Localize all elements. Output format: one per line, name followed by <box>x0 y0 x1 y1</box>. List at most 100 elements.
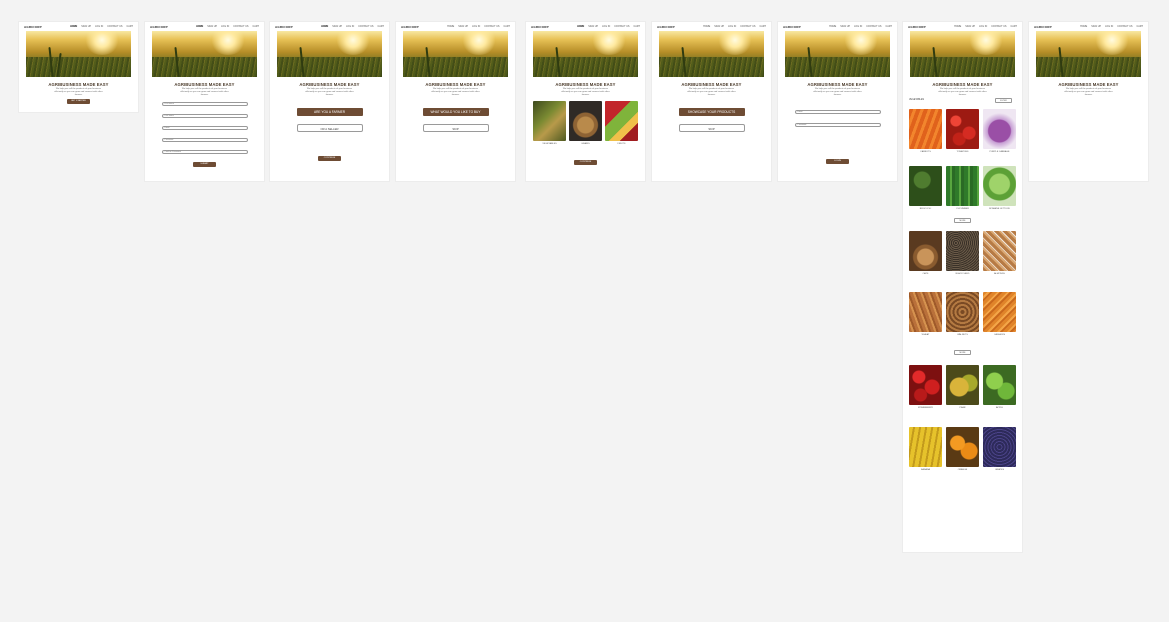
skip-button[interactable]: SKIP <box>678 124 745 133</box>
product-walnuts-image[interactable] <box>946 292 979 332</box>
category-fruits-label: FRUITS <box>617 143 626 146</box>
skip-button[interactable]: SKIP <box>422 124 489 133</box>
nav-signup[interactable]: SIGN UP <box>1091 25 1101 28</box>
nav-signup[interactable]: SIGN UP <box>840 25 850 28</box>
nav-home[interactable]: HOME <box>1080 25 1087 28</box>
nav-contact[interactable]: CONTACT US <box>740 25 755 28</box>
nav-signup[interactable]: SIGN UP <box>81 25 91 28</box>
password-field[interactable]: Password <box>161 138 248 143</box>
product-cashews-image[interactable] <box>983 292 1016 332</box>
product-pear-image[interactable] <box>946 365 979 405</box>
logo[interactable]: AGRICORP <box>1034 25 1052 29</box>
nav-signup[interactable]: SIGN UP <box>588 25 598 28</box>
nav-login[interactable]: LOG IN <box>979 25 987 28</box>
nav-contact[interactable]: CONTACT US <box>1117 25 1132 28</box>
nav-home[interactable]: HOME <box>829 25 836 28</box>
nav-cart[interactable]: CART <box>1011 25 1017 28</box>
nav-home[interactable]: HOME <box>954 25 961 28</box>
nav-login[interactable]: LOG IN <box>602 25 610 28</box>
confirm-password-field[interactable]: Confirm Password <box>161 150 248 155</box>
seller-button[interactable]: OR A SELLER <box>296 124 363 133</box>
nav-login[interactable]: LOG IN <box>95 25 103 28</box>
hero-title: AGRIBUSINESS MADE EASY <box>681 82 742 87</box>
nav-contact[interactable]: CONTACT US <box>358 25 373 28</box>
farmer-button[interactable]: ARE YOU A FARMER <box>296 108 363 117</box>
product-cucumber-image[interactable] <box>946 166 979 206</box>
showcase-products-button[interactable]: SHOWCASE YOUR PRODUCTS <box>678 108 745 117</box>
product-purple-cabbage-image[interactable] <box>983 109 1016 149</box>
logo[interactable]: AGRICORP <box>275 25 293 29</box>
email-field[interactable]: Email <box>794 110 881 115</box>
nav-login[interactable]: LOG IN <box>854 25 862 28</box>
product-strawberry-image[interactable] <box>909 365 942 405</box>
product-tomatoes-image[interactable] <box>946 109 979 149</box>
nav-login[interactable]: LOG IN <box>1105 25 1113 28</box>
nav-cart[interactable]: CART <box>634 25 640 28</box>
nav-contact[interactable]: CONTACT US <box>866 25 881 28</box>
nav-home[interactable]: HOME <box>196 25 203 28</box>
nav-signup[interactable]: SIGN UP <box>965 25 975 28</box>
more-button[interactable]: MORE <box>954 350 971 355</box>
get-started-button[interactable]: GET STARTED <box>67 99 90 105</box>
nav-contact[interactable]: CONTACT US <box>614 25 629 28</box>
continue-button[interactable]: CONTINUE <box>318 156 341 162</box>
buy-question-button[interactable]: WHAT WOULD YOU LIKE TO BUY <box>422 108 489 117</box>
nav-contact[interactable]: CONTACT US <box>484 25 499 28</box>
nav-cart[interactable]: CART <box>378 25 384 28</box>
nav-home[interactable]: HOME <box>577 25 584 28</box>
product-grapes-image[interactable] <box>983 427 1016 467</box>
product-wheat-image[interactable] <box>909 292 942 332</box>
nav-login[interactable]: LOG IN <box>221 25 229 28</box>
nav-contact[interactable]: CONTACT US <box>107 25 122 28</box>
nav-contact[interactable]: CONTACT US <box>991 25 1006 28</box>
logo[interactable]: AGRICORP <box>531 25 549 29</box>
nav-cart[interactable]: CART <box>504 25 510 28</box>
nav-login[interactable]: LOG IN <box>728 25 736 28</box>
logo[interactable]: AGRICORP <box>657 25 675 29</box>
nav-signup[interactable]: SIGN UP <box>714 25 724 28</box>
logo[interactable]: AGRICORP <box>150 25 168 29</box>
logo[interactable]: AGRICORP <box>783 25 801 29</box>
email-field[interactable]: Email <box>161 126 248 131</box>
first-name-field[interactable]: First name <box>161 102 248 107</box>
product-carrots-image[interactable] <box>909 109 942 149</box>
nav-cart[interactable]: CART <box>253 25 259 28</box>
nav-login[interactable]: LOG IN <box>472 25 480 28</box>
product-banana-image[interactable] <box>909 427 942 467</box>
more-button[interactable]: MORE <box>954 218 971 223</box>
category-vegetables-image[interactable] <box>533 101 566 142</box>
nav-home[interactable]: HOME <box>703 25 710 28</box>
logo[interactable]: AGRICORP <box>908 25 926 29</box>
product-black-seed-image[interactable] <box>946 231 979 271</box>
password-field[interactable]: Password <box>794 123 881 128</box>
nav-signup[interactable]: SIGN UP <box>332 25 342 28</box>
login-button[interactable]: LOGIN <box>826 159 849 165</box>
product-romaine-lettuce-image[interactable] <box>983 166 1016 206</box>
nav-cart[interactable]: CART <box>886 25 892 28</box>
nav-cart[interactable]: CART <box>127 25 133 28</box>
last-name-field[interactable]: Last name <box>161 114 248 119</box>
nav-links: HOME SIGN UP LOG IN CONTACT US CART <box>954 25 1017 28</box>
product-almonds-image[interactable] <box>983 231 1016 271</box>
nav-cart[interactable]: CART <box>1137 25 1143 28</box>
nav-cart[interactable]: CART <box>760 25 766 28</box>
logo[interactable]: AGRICORP <box>401 25 419 29</box>
filter-button[interactable]: FILTER <box>995 98 1012 103</box>
nav-home[interactable]: HOME <box>321 25 328 28</box>
nav-login[interactable]: LOG IN <box>346 25 354 28</box>
nav-contact[interactable]: CONTACT US <box>233 25 248 28</box>
nav-signup[interactable]: SIGN UP <box>458 25 468 28</box>
product-broccoli-image[interactable] <box>909 166 942 206</box>
nav-signup[interactable]: SIGN UP <box>207 25 217 28</box>
category-grains-image[interactable] <box>569 101 602 142</box>
category-fruits-image[interactable] <box>605 101 638 142</box>
hero-title: AGRIBUSINESS MADE EASY <box>1058 82 1119 87</box>
nav-home[interactable]: HOME <box>70 25 77 28</box>
product-orange-image[interactable] <box>946 427 979 467</box>
product-oats-image[interactable] <box>909 231 942 271</box>
submit-button[interactable]: SUBMIT <box>193 162 216 168</box>
continue-button[interactable]: CONTINUE <box>574 160 597 166</box>
logo[interactable]: AGRICORP <box>24 25 42 29</box>
nav-home[interactable]: HOME <box>447 25 454 28</box>
product-apple-image[interactable] <box>983 365 1016 405</box>
